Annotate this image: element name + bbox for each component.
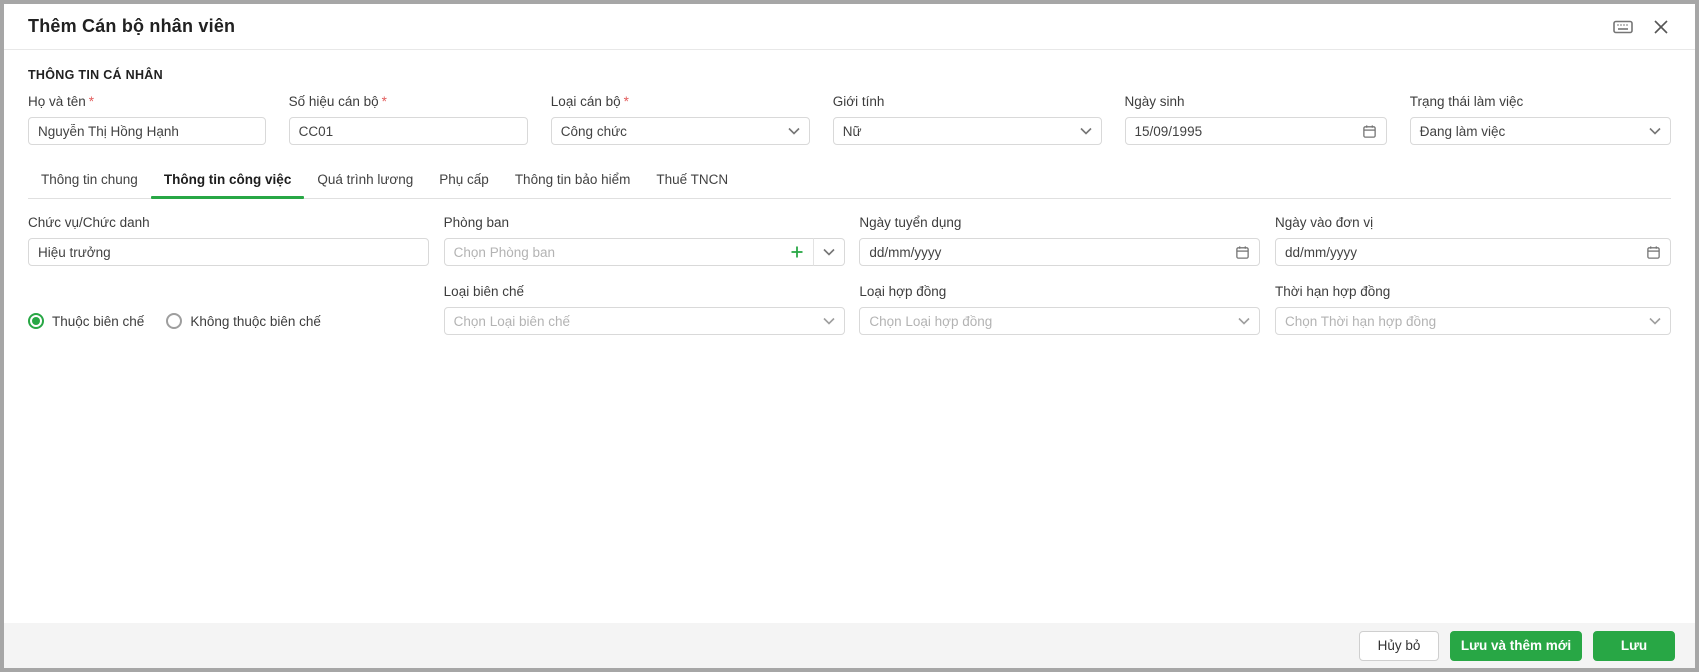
dialog-body: THÔNG TIN CÁ NHÂN Họ và tên* Số hiệu cán… [4, 50, 1695, 623]
close-icon[interactable] [1647, 13, 1675, 41]
tab-thue-tncn[interactable]: Thuế TNCN [643, 161, 741, 198]
tab-bar: Thông tin chung Thông tin công việc Quá … [28, 161, 1671, 199]
payroll-type-select[interactable]: Chọn Loại biên chế [443, 307, 845, 335]
gender-select[interactable]: Nữ [832, 117, 1103, 145]
staff-type-select[interactable]: Công chức [550, 117, 811, 145]
field-contract-type: Loại hợp đồng Chọn Loại hợp đồng [859, 284, 1261, 335]
work-row-2: Thuộc biên chế Không thuộc biên chế Loại… [28, 284, 1671, 335]
dialog-title: Thêm Cán bộ nhân viên [28, 16, 236, 36]
chevron-down-icon [1649, 127, 1661, 135]
hire-date-label: Ngày tuyển dụng [859, 215, 962, 230]
chevron-down-icon [822, 248, 835, 256]
department-label: Phòng ban [443, 215, 509, 230]
field-gender: Giới tính Nữ [832, 94, 1103, 145]
position-input[interactable] [28, 238, 429, 266]
staff-code-input[interactable] [288, 117, 529, 145]
department-select[interactable]: Chọn Phòng ban [443, 238, 814, 266]
save-and-new-button[interactable]: Lưu và thêm mới [1450, 630, 1582, 661]
cancel-button[interactable]: Hủy bỏ [1359, 630, 1439, 661]
dialog-header: Thêm Cán bộ nhân viên [4, 4, 1695, 50]
add-staff-dialog: Thêm Cán bộ nhân viên THÔNG TIN CÁ NHÂN … [4, 4, 1695, 668]
chevron-down-icon [1238, 317, 1250, 325]
birth-date-value: 15/09/1995 [1134, 123, 1203, 139]
payroll-type-placeholder: Chọn Loại biên chế [453, 313, 571, 329]
radio-circle-icon [166, 313, 183, 329]
field-birth-date: Ngày sinh 15/09/1995 [1124, 94, 1388, 145]
field-payroll-type: Loại biên chế Chọn Loại biên chế [443, 284, 845, 335]
full-name-label: Họ và tên [28, 94, 86, 109]
contract-type-label: Loại hợp đồng [859, 284, 947, 299]
hire-date-input[interactable]: dd/mm/yyyy [859, 238, 1261, 266]
contract-term-select[interactable]: Chọn Thời hạn hợp đồng [1275, 307, 1671, 335]
personal-info-row: Họ và tên* Số hiệu cán bộ* Loại cán bộ* … [28, 94, 1671, 145]
radio-in-payroll-label: Thuộc biên chế [52, 313, 145, 329]
radio-in-payroll[interactable]: Thuộc biên chế [28, 313, 144, 329]
tab-thong-tin-chung[interactable]: Thông tin chung [28, 161, 151, 198]
required-asterisk: * [88, 94, 95, 109]
tab-content-work: Chức vụ/Chức danh Phòng ban Chọn Phòng b… [28, 199, 1671, 335]
chevron-down-icon [822, 317, 835, 325]
field-department: Phòng ban Chọn Phòng ban [443, 215, 845, 266]
work-status-value: Đang làm việc [1419, 123, 1506, 139]
contract-type-placeholder: Chọn Loại hợp đồng [869, 313, 993, 329]
work-row-1: Chức vụ/Chức danh Phòng ban Chọn Phòng b… [28, 215, 1671, 266]
field-contract-term: Thời hạn hợp đồng Chọn Thời hạn hợp đồng [1275, 284, 1671, 335]
staff-type-value: Công chức [560, 123, 627, 139]
radio-circle-icon [28, 313, 44, 329]
contract-term-label: Thời hạn hợp đồng [1275, 284, 1391, 299]
staff-type-label: Loại cán bộ [550, 94, 621, 109]
radio-not-in-payroll[interactable]: Không thuộc biên chế [166, 313, 321, 329]
department-placeholder: Chọn Phòng ban [453, 244, 556, 260]
birth-date-input[interactable]: 15/09/1995 [1124, 117, 1388, 145]
field-staff-code: Số hiệu cán bộ * [288, 94, 529, 145]
join-unit-date-placeholder: dd/mm/yyyy [1285, 244, 1358, 260]
tab-thong-tin-bao-hiem[interactable]: Thông tin bảo hiểm [502, 161, 644, 198]
staff-code-label: Số hiệu cán bộ [288, 94, 379, 109]
chevron-down-icon [1080, 127, 1092, 135]
add-department-icon[interactable] [790, 245, 804, 259]
calendar-icon[interactable] [1235, 245, 1250, 260]
field-staff-type: Loại cán bộ * Công chức [550, 94, 811, 145]
payroll-type-label: Loại biên chế [443, 284, 524, 299]
field-full-name: Họ và tên * [28, 94, 267, 145]
field-work-status: Trạng thái làm việc Đang làm việc [1409, 94, 1671, 145]
dialog-footer: Hủy bỏ Lưu và thêm mới Lưu [4, 623, 1695, 668]
gender-label: Giới tính [832, 94, 885, 109]
department-select-group: Chọn Phòng ban [443, 238, 845, 266]
field-position: Chức vụ/Chức danh [28, 215, 429, 266]
gender-value: Nữ [842, 123, 862, 139]
field-join-unit-date: Ngày vào đơn vị dd/mm/yyyy [1275, 215, 1671, 266]
tab-phu-cap[interactable]: Phụ cấp [426, 161, 502, 198]
department-dropdown-button[interactable] [812, 238, 845, 266]
join-unit-date-label: Ngày vào đơn vị [1275, 215, 1374, 230]
full-name-input[interactable] [28, 117, 267, 145]
tab-thong-tin-cong-viec[interactable]: Thông tin công việc [150, 161, 305, 199]
join-unit-date-input[interactable]: dd/mm/yyyy [1275, 238, 1671, 266]
keyboard-icon[interactable] [1609, 13, 1637, 41]
chevron-down-icon [788, 127, 800, 135]
save-button[interactable]: Lưu [1593, 630, 1675, 661]
tab-qua-trinh-luong[interactable]: Quá trình lương [304, 161, 426, 198]
work-status-label: Trạng thái làm việc [1409, 94, 1524, 109]
radio-not-in-payroll-label: Không thuộc biên chế [190, 313, 321, 329]
contract-term-placeholder: Chọn Thời hạn hợp đồng [1285, 313, 1437, 329]
position-label: Chức vụ/Chức danh [28, 215, 150, 230]
calendar-icon[interactable] [1646, 245, 1661, 260]
field-hire-date: Ngày tuyển dụng dd/mm/yyyy [859, 215, 1261, 266]
hire-date-placeholder: dd/mm/yyyy [869, 244, 942, 260]
payroll-radio-group: Thuộc biên chế Không thuộc biên chế [28, 284, 429, 335]
section-title-personal: THÔNG TIN CÁ NHÂN [28, 68, 163, 82]
birth-date-label: Ngày sinh [1124, 94, 1185, 109]
work-status-select[interactable]: Đang làm việc [1409, 117, 1671, 145]
calendar-icon[interactable] [1362, 124, 1377, 139]
required-asterisk: * [623, 94, 629, 109]
contract-type-select[interactable]: Chọn Loại hợp đồng [859, 307, 1261, 335]
required-asterisk: * [381, 94, 387, 109]
chevron-down-icon [1649, 317, 1661, 325]
